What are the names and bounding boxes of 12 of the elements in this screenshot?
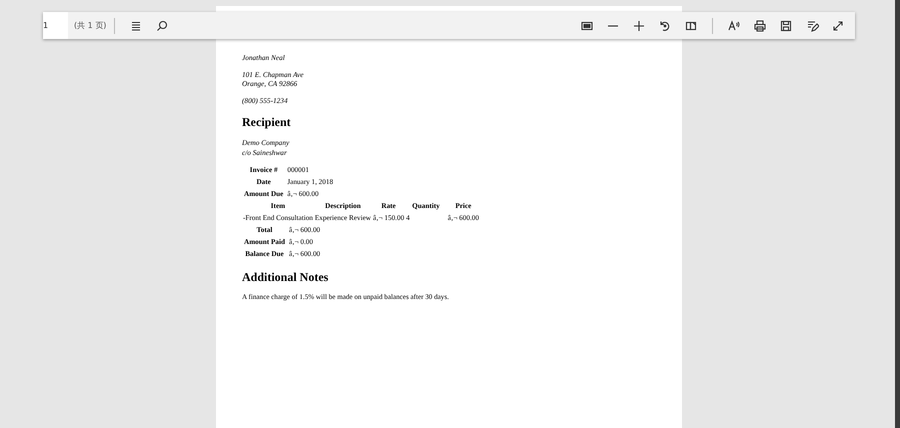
zoom-in-icon: [632, 18, 646, 32]
search-icon: [155, 18, 170, 32]
read-aloud-icon: [727, 18, 741, 32]
section-heading: Additional Notes: [242, 270, 330, 285]
rotate-icon: [658, 18, 672, 32]
section-heading: Recipient: [242, 115, 292, 130]
annotate-icon: [805, 18, 819, 32]
fullscreen-icon: [831, 18, 845, 32]
print-icon: [753, 18, 767, 32]
page-number-field[interactable]: 1: [43, 12, 68, 39]
save-icon: [779, 18, 793, 32]
page-count: (共 1 页): [74, 20, 106, 31]
